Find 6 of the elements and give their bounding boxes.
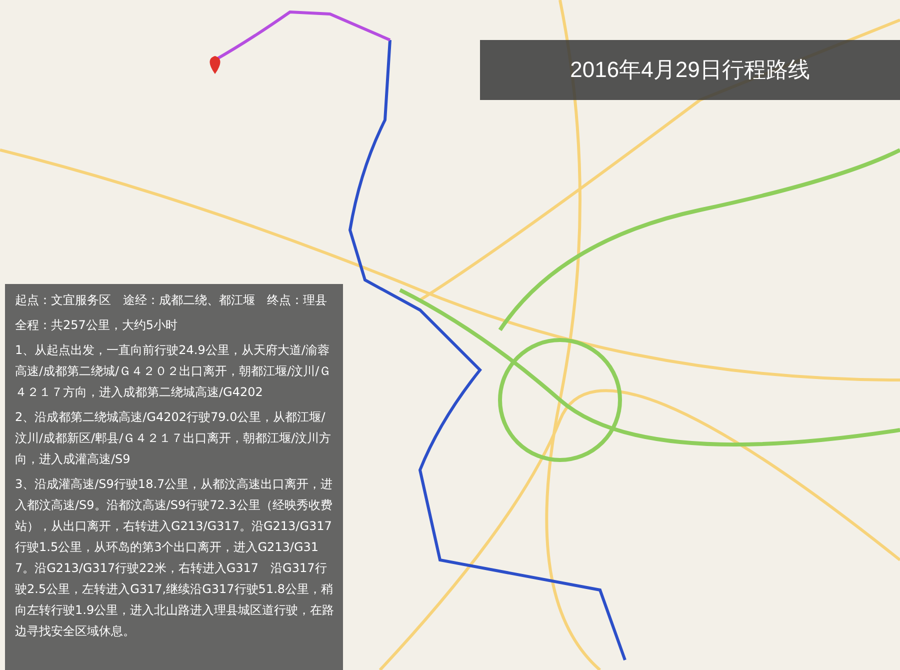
route-step: 2、沿成都第二绕城高速/G4202行驶79.0公里，从都江堰/汶川/成都新区/郫县/Ｇ４２１７出口离开，朝都江堰/汶川方向，进入成灌高速/S9 (15, 407, 335, 470)
route-step: 3、沿成灌高速/S9行驶18.7公里，从都汶高速出口离开，进入都汶高速/S9。沿都汶高速/S9行驶72.3公里（经映秀收费站），从出口离开，右转进入G213/G317。沿G213/G317行驶1.5公里，从环岛的第3个出口离开，进入G213/G317。沿G213/G317行驶22米，右转进入G317 沿G317行驶2.5公里，左转进入G317,继续沿G317行驶51.8公里，稍向左转行驶1.9公里，进入北山路进入理县城区道行驶，在路边寻找安全区域休息。 (15, 474, 335, 642)
route-total: 全程：共257公里，大约5小时 (15, 317, 179, 334)
route-summary: 起点：文宜服务区 途经：成都二绕、都江堰 终点：理县 (15, 292, 328, 309)
route-step: 1、从起点出发，一直向前行驶24.9公里，从天府大道/渝蓉高速/成都第二绕城/Ｇ４２０２出口离开，朝都江堰/汶川/Ｇ４２１７方向，进入成都第二绕城高速/G4202 (15, 340, 335, 403)
route-title: 2016年4月29日行程路线 (570, 56, 810, 84)
